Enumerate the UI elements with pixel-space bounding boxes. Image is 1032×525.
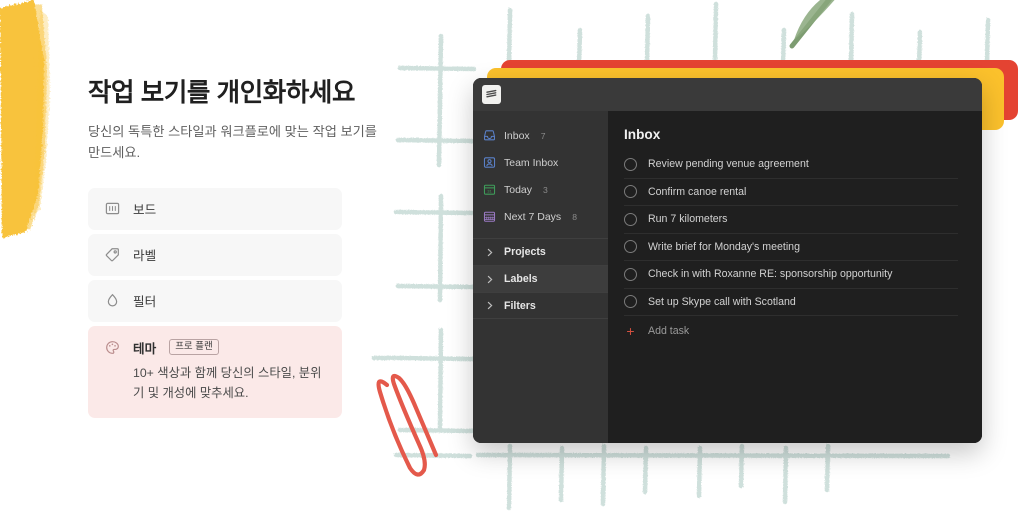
task-checkbox[interactable] bbox=[624, 212, 637, 226]
hero-copy-column: 작업 보기를 개인화하세요 당신의 독특한 스타일과 워크플로에 맞는 작업 보… bbox=[88, 78, 388, 422]
app-window-stack: Inbox 7 Team Inbox 31 Today 3 Next 7 Day… bbox=[473, 60, 1018, 445]
next-7-days-icon bbox=[483, 210, 496, 223]
sidebar-item-label: Inbox bbox=[504, 129, 530, 142]
feature-item-theme[interactable]: 테마 프로 플랜 10+ 색상과 함께 당신의 스타일, 분위기 및 개성에 맞… bbox=[88, 325, 342, 419]
sidebar-item-count: 3 bbox=[543, 184, 548, 195]
svg-text:31: 31 bbox=[487, 188, 492, 193]
table-row[interactable]: Set up Skype call with Scotland bbox=[624, 289, 958, 316]
sidebar-item-label: Today bbox=[504, 183, 533, 196]
todoist-logo-icon[interactable] bbox=[482, 85, 501, 104]
sidebar-item-label: Team Inbox bbox=[504, 156, 559, 169]
task-label: Check in with Roxanne RE: sponsorship op… bbox=[648, 268, 893, 281]
theme-card-description: 10+ 색상과 함께 당신의 스타일, 분위기 및 개성에 맞추세요. bbox=[133, 365, 322, 400]
sidebar-group-projects[interactable]: Projects bbox=[473, 238, 608, 265]
table-row[interactable]: Write brief for Monday's meeting bbox=[624, 234, 958, 261]
feature-item-label[interactable]: 라벨 bbox=[88, 233, 342, 276]
task-list-panel: Inbox Review pending venue agreement Con… bbox=[608, 111, 982, 443]
sidebar-item-today[interactable]: 31 Today 3 bbox=[473, 176, 608, 203]
app-titlebar bbox=[473, 78, 982, 111]
task-checkbox[interactable] bbox=[624, 185, 637, 199]
task-checkbox[interactable] bbox=[624, 267, 637, 281]
task-label: Run 7 kilometers bbox=[648, 213, 728, 226]
sidebar-group-label: Labels bbox=[504, 273, 538, 285]
sidebar-group-filters[interactable]: Filters bbox=[473, 292, 608, 319]
app-window: Inbox 7 Team Inbox 31 Today 3 Next 7 Day… bbox=[473, 78, 982, 443]
theme-card-header: 테마 프로 플랜 bbox=[105, 338, 325, 357]
table-row[interactable]: Run 7 kilometers bbox=[624, 206, 958, 234]
feature-label: 라벨 bbox=[133, 249, 157, 264]
theme-card-title: 테마 bbox=[133, 341, 157, 356]
chevron-right-icon bbox=[483, 301, 496, 310]
sidebar-group-label: Projects bbox=[504, 246, 546, 258]
label-tag-icon bbox=[105, 247, 120, 262]
chevron-right-icon bbox=[483, 275, 496, 284]
task-checkbox[interactable] bbox=[624, 157, 637, 171]
sidebar-item-label: Next 7 Days bbox=[504, 210, 562, 223]
sidebar-item-inbox[interactable]: Inbox 7 bbox=[473, 122, 608, 149]
team-inbox-icon bbox=[483, 156, 496, 169]
sidebar-item-count: 7 bbox=[540, 130, 546, 141]
task-label: Review pending venue agreement bbox=[648, 158, 809, 171]
plant-stem-doodle bbox=[789, 0, 835, 49]
table-row[interactable]: Review pending venue agreement bbox=[624, 151, 958, 179]
feature-item-filter[interactable]: 필터 bbox=[88, 279, 342, 322]
task-label: Set up Skype call with Scotland bbox=[648, 295, 796, 308]
table-row[interactable]: Confirm canoe rental bbox=[624, 179, 958, 206]
yellow-brush-stroke bbox=[0, 0, 50, 238]
app-body: Inbox 7 Team Inbox 31 Today 3 Next 7 Day… bbox=[473, 111, 982, 443]
status-badge: 프로 플랜 bbox=[169, 339, 219, 355]
page-title: 작업 보기를 개인화하세요 bbox=[88, 79, 356, 107]
feature-item-board[interactable]: 보드 bbox=[88, 187, 342, 230]
task-checkbox[interactable] bbox=[624, 240, 637, 254]
page-subtitle: 당신의 독특한 스타일과 워크플로에 맞는 작업 보기를 만드세요. bbox=[88, 123, 377, 161]
task-checkbox[interactable] bbox=[624, 295, 637, 309]
add-task-button[interactable]: + Add task bbox=[624, 317, 958, 344]
panel-title: Inbox bbox=[624, 127, 661, 142]
sidebar-item-next-7-days[interactable]: Next 7 Days 8 bbox=[473, 203, 608, 230]
sidebar-item-count: 8 bbox=[572, 211, 577, 222]
task-label: Confirm canoe rental bbox=[648, 185, 747, 198]
feature-label: 필터 bbox=[133, 295, 157, 310]
board-icon bbox=[105, 201, 120, 216]
app-sidebar: Inbox 7 Team Inbox 31 Today 3 Next 7 Day… bbox=[473, 111, 608, 443]
task-label: Write brief for Monday's meeting bbox=[648, 240, 800, 253]
feature-list: 보드 라벨 필터 테마 프로 플랜 10+ 색상과 함께 당신의 스타일, 분위… bbox=[88, 187, 342, 419]
sidebar-group-labels[interactable]: Labels bbox=[473, 265, 608, 292]
inbox-icon bbox=[483, 129, 496, 142]
today-calendar-icon: 31 bbox=[483, 183, 496, 196]
plus-icon: + bbox=[626, 322, 635, 339]
add-task-label: Add task bbox=[648, 324, 690, 337]
chevron-right-icon bbox=[483, 248, 496, 257]
feature-label: 보드 bbox=[133, 203, 157, 218]
sidebar-group-label: Filters bbox=[504, 299, 536, 312]
sidebar-item-team-inbox[interactable]: Team Inbox bbox=[473, 149, 608, 176]
palette-icon bbox=[105, 340, 120, 355]
sidebar-separator bbox=[473, 230, 608, 238]
filter-droplet-icon bbox=[105, 293, 120, 308]
table-row[interactable]: Check in with Roxanne RE: sponsorship op… bbox=[624, 261, 958, 289]
